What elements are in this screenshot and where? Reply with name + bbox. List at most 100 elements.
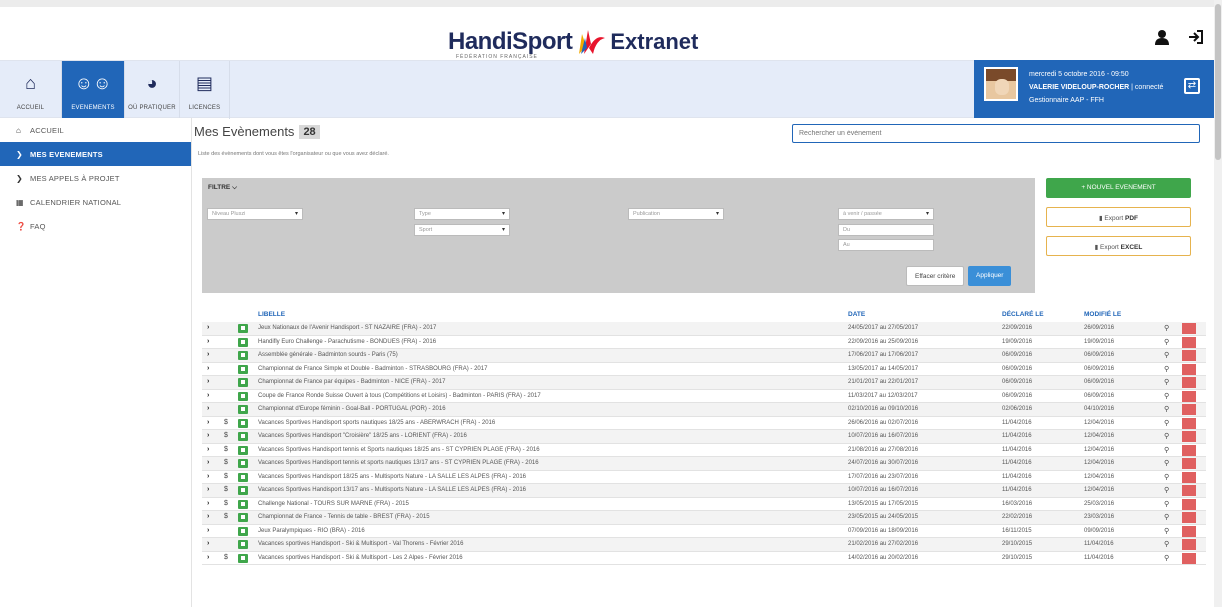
- event-libelle[interactable]: Jeux Nationaux de l'Avenir Handisport - …: [258, 325, 436, 331]
- view-icon[interactable]: ⚲: [1164, 473, 1169, 481]
- event-libelle[interactable]: Vacances sportives Handisport - Ski & Mu…: [258, 541, 463, 547]
- delete-button[interactable]: [1182, 336, 1196, 348]
- expand-row-icon[interactable]: ›: [207, 459, 209, 466]
- table-row[interactable]: › Handifly Euro Challenge - Parachutisme …: [202, 336, 1206, 349]
- table-row[interactable]: › $ Vacances sportives Handisport - Ski & …: [202, 552, 1206, 565]
- event-libelle[interactable]: Championnat d'Europe féminin - Goal-Ball…: [258, 406, 446, 412]
- delete-button[interactable]: [1182, 404, 1196, 415]
- table-row[interactable]: › Jeux Nationaux de l'Avenir Handisport -…: [202, 322, 1206, 336]
- view-icon[interactable]: ⚲: [1164, 378, 1169, 386]
- expand-row-icon[interactable]: ›: [207, 365, 209, 372]
- sidebar-item-calendrier[interactable]: ▦ CALENDRIER NATIONAL: [0, 190, 191, 214]
- table-row[interactable]: › Jeux Paralympiques - RIO (BRA) - 2016 07…: [202, 525, 1206, 538]
- sport-select[interactable]: Sport ▾: [414, 224, 510, 236]
- table-row[interactable]: › Coupe de France Ronde Suisse Ouvert à t…: [202, 390, 1206, 403]
- expand-row-icon[interactable]: ›: [207, 540, 209, 547]
- table-row[interactable]: › $ Championnat de France - Tennis de tabl…: [202, 511, 1206, 525]
- event-libelle[interactable]: Assemblée générale - Badminton sourds - …: [258, 352, 398, 358]
- expand-row-icon[interactable]: ›: [207, 432, 209, 439]
- nav-evenements[interactable]: ☺☺ EVENEMENTS: [62, 61, 125, 119]
- view-icon[interactable]: ⚲: [1164, 432, 1169, 440]
- table-row[interactable]: › $ Vacances Sportives Handisport 13/17 an…: [202, 484, 1206, 498]
- event-libelle[interactable]: Vacances Sportives Handisport tennis et …: [258, 447, 540, 453]
- event-libelle[interactable]: Vacances Sportives Handisport 18/25 ans …: [258, 474, 526, 480]
- delete-button[interactable]: [1182, 539, 1196, 550]
- event-libelle[interactable]: Handifly Euro Challenge - Parachutisme -…: [258, 339, 436, 345]
- logout-icon[interactable]: [1188, 29, 1204, 48]
- event-libelle[interactable]: Coupe de France Ronde Suisse Ouvert à to…: [258, 393, 541, 399]
- expand-row-icon[interactable]: ›: [207, 486, 209, 493]
- sidebar-item-accueil[interactable]: ⌂ ACCUEIL: [0, 118, 191, 142]
- delete-button[interactable]: [1182, 498, 1196, 510]
- expand-row-icon[interactable]: ›: [207, 554, 209, 561]
- view-icon[interactable]: ⚲: [1164, 405, 1169, 413]
- delete-button[interactable]: [1182, 390, 1196, 402]
- delete-button[interactable]: [1182, 417, 1196, 429]
- event-libelle[interactable]: Vacances Sportives Handisport tennis et …: [258, 460, 539, 466]
- col-date[interactable]: DATE: [848, 311, 865, 318]
- apply-filter-button[interactable]: Appliquer: [968, 266, 1012, 286]
- event-libelle[interactable]: Jeux Paralympiques - RIO (BRA) - 2016: [258, 528, 365, 534]
- delete-button[interactable]: [1182, 458, 1196, 469]
- expand-row-icon[interactable]: ›: [207, 446, 209, 453]
- col-libelle[interactable]: LIBELLE: [258, 311, 285, 318]
- delete-button[interactable]: [1182, 350, 1196, 361]
- filter-toggle[interactable]: FILTRE ⌵: [208, 184, 237, 192]
- export-pdf-button[interactable]: ▮ Export PDF: [1046, 207, 1191, 227]
- view-icon[interactable]: ⚲: [1164, 459, 1169, 467]
- sidebar-item-faq[interactable]: ❓ FAQ: [0, 214, 191, 238]
- switch-profile-icon[interactable]: ⇄: [1184, 78, 1200, 94]
- niveau-select[interactable]: Niveau Pluszi ▾: [207, 208, 303, 220]
- view-icon[interactable]: ⚲: [1164, 513, 1169, 521]
- expand-row-icon[interactable]: ›: [207, 324, 209, 331]
- scrollbar-thumb[interactable]: [1215, 4, 1221, 160]
- table-row[interactable]: › Championnat d'Europe féminin - Goal-Bal…: [202, 403, 1206, 417]
- expand-row-icon[interactable]: ›: [207, 405, 209, 412]
- event-libelle[interactable]: Vacances Sportives Handisport "Croisière…: [258, 433, 467, 439]
- delete-button[interactable]: [1182, 323, 1196, 334]
- view-icon[interactable]: ⚲: [1164, 527, 1169, 535]
- view-icon[interactable]: ⚲: [1164, 351, 1169, 359]
- new-event-button[interactable]: + NOUVEL EVENEMENT: [1046, 178, 1191, 198]
- delete-button[interactable]: [1182, 525, 1196, 537]
- table-row[interactable]: › $ Vacances Sportives Handisport "Croisiè…: [202, 430, 1206, 444]
- expand-row-icon[interactable]: ›: [207, 338, 209, 345]
- expand-row-icon[interactable]: ›: [207, 513, 209, 520]
- view-icon[interactable]: ⚲: [1164, 486, 1169, 494]
- table-row[interactable]: › Assemblée générale - Badminton sourds -…: [202, 349, 1206, 363]
- view-icon[interactable]: ⚲: [1164, 500, 1169, 508]
- view-icon[interactable]: ⚲: [1164, 324, 1169, 332]
- view-icon[interactable]: ⚲: [1164, 338, 1169, 346]
- nav-ou-pratiquer[interactable]: ◕ OÙ PRATIQUER: [125, 61, 180, 119]
- table-row[interactable]: › $ Vacances Sportives Handisport 18/25 an…: [202, 471, 1206, 484]
- view-icon[interactable]: ⚲: [1164, 540, 1169, 548]
- periode-select[interactable]: à venir / passée ▾: [838, 208, 934, 220]
- expand-row-icon[interactable]: ›: [207, 527, 209, 534]
- clear-filter-button[interactable]: Effacer critère: [906, 266, 965, 286]
- delete-button[interactable]: [1182, 485, 1196, 496]
- col-modifie[interactable]: MODIFIÉ LE: [1084, 311, 1121, 318]
- search-input[interactable]: [792, 124, 1200, 143]
- view-icon[interactable]: ⚲: [1164, 392, 1169, 400]
- sidebar-item-appels-projet[interactable]: ❯ MES APPELS À PROJET: [0, 166, 191, 190]
- type-select[interactable]: Type ▾: [414, 208, 510, 220]
- expand-row-icon[interactable]: ›: [207, 419, 209, 426]
- event-libelle[interactable]: Championnat de France - Tennis de table …: [258, 514, 430, 520]
- delete-button[interactable]: [1182, 431, 1196, 442]
- brand-logo[interactable]: HandiSport FÉDÉRATION FRANÇAISE Extranet: [448, 27, 698, 60]
- table-row[interactable]: › $ Challenge National - TOURS SUR MARNE (…: [202, 498, 1206, 511]
- table-row[interactable]: › Vacances sportives Handisport - Ski & M…: [202, 538, 1206, 552]
- event-libelle[interactable]: Championnat de France Simple et Double -…: [258, 366, 487, 372]
- delete-button[interactable]: [1182, 552, 1196, 564]
- table-row[interactable]: › Championnat de France par équipes - Bad…: [202, 376, 1206, 390]
- table-row[interactable]: › $ Vacances Sportives Handisport tennis e…: [202, 444, 1206, 457]
- view-icon[interactable]: ⚲: [1164, 554, 1169, 562]
- delete-button[interactable]: [1182, 512, 1196, 523]
- table-row[interactable]: › $ Vacances Sportives Handisport tennis e…: [202, 457, 1206, 471]
- delete-button[interactable]: [1182, 444, 1196, 456]
- export-excel-button[interactable]: ▮ Export EXCEL: [1046, 236, 1191, 256]
- col-declare[interactable]: DÉCLARÉ LE: [1002, 311, 1044, 318]
- event-libelle[interactable]: Challenge National - TOURS SUR MARNE (FR…: [258, 501, 409, 507]
- view-icon[interactable]: ⚲: [1164, 365, 1169, 373]
- nav-licences[interactable]: ▤ LICENCES: [180, 61, 230, 119]
